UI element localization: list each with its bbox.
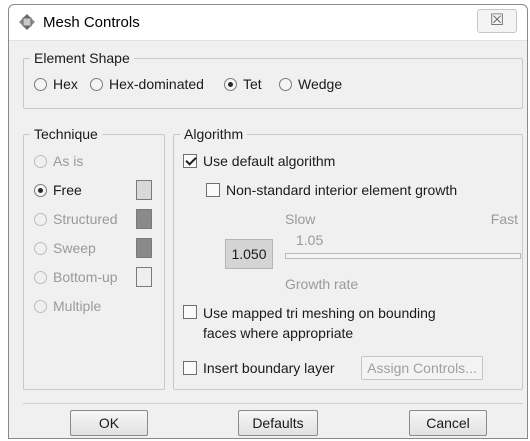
technique-bottom-up-radio[interactable] bbox=[34, 270, 47, 284]
insert-boundary-layer-checkbox[interactable] bbox=[183, 361, 197, 375]
mapped-tri-checkbox[interactable] bbox=[183, 305, 197, 319]
technique-structured-label: Structured bbox=[53, 211, 118, 227]
button-divider bbox=[23, 403, 523, 404]
shape-hex-radio[interactable] bbox=[34, 77, 47, 91]
close-icon: ☒ bbox=[489, 12, 505, 29]
slider-current-value: 1.05 bbox=[296, 232, 324, 248]
technique-free-swatch bbox=[136, 180, 152, 200]
technique-bottom-up-label: Bottom-up bbox=[53, 269, 118, 285]
shape-hex-dominated-radio[interactable] bbox=[90, 77, 103, 91]
technique-free-label: Free bbox=[53, 182, 82, 198]
growth-rate-value-box: 1.050 bbox=[225, 239, 273, 269]
use-default-algorithm-label: Use default algorithm bbox=[203, 153, 336, 169]
non-standard-growth-checkbox[interactable] bbox=[206, 183, 220, 197]
slider-fast-label: Fast bbox=[490, 211, 518, 227]
technique-option-structured[interactable]: Structured bbox=[34, 211, 118, 227]
mapped-tri-label: Use mapped tri meshing on bounding faces… bbox=[203, 303, 436, 343]
shape-option-hex-dominated[interactable]: Hex-dominated bbox=[90, 76, 204, 92]
growth-rate-value: 1.050 bbox=[231, 246, 267, 262]
shape-option-wedge[interactable]: Wedge bbox=[279, 76, 342, 92]
technique-bottom-up-swatch bbox=[136, 267, 152, 287]
dialog-body: Element Shape Hex Hex-dominated Tet Wedg… bbox=[9, 41, 527, 438]
algorithm-label: Algorithm bbox=[180, 125, 248, 143]
technique-sweep-swatch bbox=[136, 238, 152, 258]
technique-as-is-label: As is bbox=[53, 153, 84, 169]
shape-wedge-label: Wedge bbox=[298, 76, 343, 92]
close-button[interactable]: ☒ bbox=[477, 9, 517, 33]
shape-hex-dominated-label: Hex-dominated bbox=[109, 76, 204, 92]
technique-option-sweep[interactable]: Sweep bbox=[34, 240, 96, 256]
mapped-tri-label-line1: Use mapped tri meshing on bounding bbox=[203, 305, 436, 321]
technique-group: Technique As is Free Structured Sweep Bo… bbox=[23, 125, 165, 390]
technique-label: Technique bbox=[30, 125, 102, 143]
technique-structured-radio[interactable] bbox=[34, 212, 47, 226]
element-shape-group: Element Shape Hex Hex-dominated Tet Wedg… bbox=[23, 49, 523, 109]
technique-option-free[interactable]: Free bbox=[34, 182, 82, 198]
boundary-layer-option[interactable]: Insert boundary layer bbox=[183, 360, 335, 376]
technique-as-is-radio[interactable] bbox=[34, 154, 47, 168]
mesh-controls-icon bbox=[19, 14, 35, 30]
technique-option-as-is[interactable]: As is bbox=[34, 153, 83, 169]
technique-structured-swatch bbox=[136, 209, 152, 229]
slider-slow-label: Slow bbox=[285, 211, 316, 227]
shape-hex-label: Hex bbox=[53, 76, 78, 92]
shape-tet-radio[interactable] bbox=[224, 77, 237, 91]
assign-controls-button[interactable]: Assign Controls... bbox=[361, 356, 483, 380]
use-default-algorithm-checkbox[interactable] bbox=[183, 154, 197, 168]
algorithm-group: Algorithm Use default algorithm Non-stan… bbox=[173, 125, 523, 390]
shape-option-hex[interactable]: Hex bbox=[34, 76, 78, 92]
title-bar: Mesh Controls ☒ bbox=[9, 5, 527, 41]
cancel-button[interactable]: Cancel bbox=[409, 410, 487, 436]
technique-option-bottom-up[interactable]: Bottom-up bbox=[34, 269, 118, 285]
mesh-controls-dialog: Mesh Controls ☒ Element Shape Hex Hex-do… bbox=[8, 4, 528, 439]
technique-multiple-label: Multiple bbox=[53, 298, 102, 314]
element-shape-label: Element Shape bbox=[30, 49, 134, 67]
shape-tet-label: Tet bbox=[243, 76, 262, 92]
shape-wedge-radio[interactable] bbox=[279, 77, 292, 91]
technique-free-radio[interactable] bbox=[34, 183, 47, 197]
technique-option-multiple[interactable]: Multiple bbox=[34, 298, 101, 314]
mapped-tri-option[interactable]: Use mapped tri meshing on bounding faces… bbox=[183, 303, 436, 343]
technique-multiple-radio[interactable] bbox=[34, 299, 47, 313]
use-default-algorithm-option[interactable]: Use default algorithm bbox=[183, 153, 335, 169]
technique-sweep-label: Sweep bbox=[53, 240, 96, 256]
technique-sweep-radio[interactable] bbox=[34, 241, 47, 255]
non-standard-growth-label: Non-standard interior element growth bbox=[226, 182, 458, 198]
mapped-tri-label-line2: faces where appropriate bbox=[203, 325, 354, 341]
non-standard-growth-option[interactable]: Non-standard interior element growth bbox=[206, 182, 457, 198]
growth-rate-slider[interactable] bbox=[285, 253, 521, 259]
insert-boundary-layer-label: Insert boundary layer bbox=[203, 360, 335, 376]
shape-option-tet[interactable]: Tet bbox=[224, 76, 262, 92]
defaults-button[interactable]: Defaults bbox=[238, 410, 318, 436]
ok-button[interactable]: OK bbox=[70, 410, 148, 436]
dialog-title: Mesh Controls bbox=[43, 14, 140, 31]
growth-rate-caption: Growth rate bbox=[285, 276, 359, 292]
